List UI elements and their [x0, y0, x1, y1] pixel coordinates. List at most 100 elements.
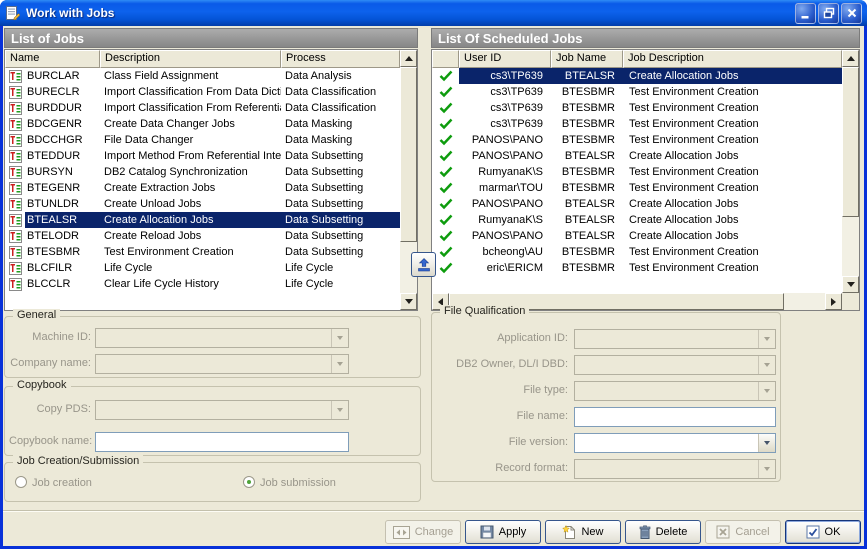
- scheduled-user-id: RumyanaK\S: [459, 212, 551, 228]
- job-row[interactable]: BLCFILR Life Cycle Life Cycle: [5, 260, 400, 276]
- file-version-combobox[interactable]: [574, 433, 776, 453]
- scroll-up-button[interactable]: [400, 50, 417, 67]
- scheduled-job-row[interactable]: eric\ERICM BTESBMR Test Environment Crea…: [432, 260, 842, 276]
- schedule-job-button[interactable]: [411, 252, 436, 277]
- column-header-job-name[interactable]: Job Name: [551, 50, 623, 68]
- job-row[interactable]: BTELODR Create Reload Jobs Data Subsetti…: [5, 228, 400, 244]
- job-process: Data Subsetting: [281, 212, 400, 228]
- scroll-down-button[interactable]: [400, 293, 417, 310]
- job-process: Data Classification: [281, 100, 400, 116]
- job-row[interactable]: BLCCLR Clear Life Cycle History Life Cyc…: [5, 276, 400, 292]
- job-process: Data Subsetting: [281, 164, 400, 180]
- scroll-up-button[interactable]: [842, 50, 859, 67]
- scheduled-user-id: PANOS\PANO: [459, 132, 551, 148]
- job-submission-radio[interactable]: [243, 476, 255, 488]
- file-name-input[interactable]: [574, 407, 776, 427]
- scroll-thumb[interactable]: [842, 67, 859, 217]
- job-type-icon: [5, 180, 25, 196]
- file-type-value: [575, 382, 758, 400]
- scheduled-job-row[interactable]: bcheong\AU BTESBMR Test Environment Crea…: [432, 244, 842, 260]
- copybook-name-input[interactable]: [95, 432, 349, 452]
- db2-owner-label: DB2 Owner, DL/I DBD:: [436, 358, 568, 370]
- job-creation-radio[interactable]: [15, 476, 27, 488]
- job-row[interactable]: BDCGENR Create Data Changer Jobs Data Ma…: [5, 116, 400, 132]
- scrollbar-corner: [842, 293, 859, 310]
- column-header-process[interactable]: Process: [281, 50, 400, 68]
- scheduled-job-row[interactable]: PANOS\PANO BTEALSR Create Allocation Job…: [432, 228, 842, 244]
- scheduled-job-description: Test Environment Creation: [623, 132, 842, 148]
- scheduled-user-id: marmar\TOU: [459, 180, 551, 196]
- job-process: Data Masking: [281, 116, 400, 132]
- scheduled-user-id: PANOS\PANO: [459, 228, 551, 244]
- scheduled-job-row[interactable]: cs3\TP639 BTESBMR Test Environment Creat…: [432, 84, 842, 100]
- check-icon: [432, 212, 459, 228]
- job-row[interactable]: BURSYN DB2 Catalog Synchronization Data …: [5, 164, 400, 180]
- scheduled-job-name: BTESBMR: [551, 164, 623, 180]
- scheduled-user-id: cs3\TP639: [459, 116, 551, 132]
- jobs-list: Name Description Process: [4, 49, 418, 311]
- job-row[interactable]: BTEGENR Create Extraction Jobs Data Subs…: [5, 180, 400, 196]
- new-button[interactable]: New: [545, 520, 621, 544]
- close-button[interactable]: [841, 3, 862, 24]
- arrow-right-icon: [831, 298, 836, 306]
- jobs-list-header: Name Description Process: [5, 50, 400, 68]
- scheduled-job-description: Test Environment Creation: [623, 164, 842, 180]
- apply-button[interactable]: Apply: [465, 520, 541, 544]
- chevron-down-icon: [764, 389, 770, 393]
- scheduled-job-row[interactable]: PANOS\PANO BTESBMR Test Environment Crea…: [432, 132, 842, 148]
- scheduled-jobs-vertical-scrollbar[interactable]: [842, 50, 859, 293]
- column-header-job-description[interactable]: Job Description: [623, 50, 842, 68]
- column-header-user-id[interactable]: User ID: [459, 50, 551, 68]
- chevron-down-icon: [764, 441, 770, 445]
- scheduled-job-description: Test Environment Creation: [623, 116, 842, 132]
- record-format-combobox: [574, 459, 776, 479]
- column-header-description[interactable]: Description: [100, 50, 281, 68]
- scheduled-user-id: bcheong\AU: [459, 244, 551, 260]
- restore-button[interactable]: [818, 3, 839, 24]
- column-header-status[interactable]: [432, 50, 459, 68]
- job-description: Class Field Assignment: [100, 68, 281, 84]
- scheduled-job-row[interactable]: PANOS\PANO BTEALSR Create Allocation Job…: [432, 148, 842, 164]
- scheduled-job-row[interactable]: cs3\TP639 BTEALSR Create Allocation Jobs: [432, 68, 842, 84]
- job-row[interactable]: BTESBMR Test Environment Creation Data S…: [5, 244, 400, 260]
- scheduled-job-row[interactable]: RumyanaK\S BTEALSR Create Allocation Job…: [432, 212, 842, 228]
- check-icon: [432, 68, 459, 84]
- column-header-name[interactable]: Name: [5, 50, 100, 68]
- copybook-name-label: Copybook name:: [9, 435, 91, 447]
- dropdown-button[interactable]: [758, 434, 775, 452]
- job-description: Import Method From Referential Integrity: [100, 148, 281, 164]
- job-process: Data Analysis: [281, 68, 400, 84]
- job-row[interactable]: BURCLAR Class Field Assignment Data Anal…: [5, 68, 400, 84]
- copybook-group-title: Copybook: [13, 379, 71, 391]
- arrow-up-icon: [405, 56, 413, 61]
- scheduled-job-name: BTEALSR: [551, 212, 623, 228]
- job-row[interactable]: BTEDDUR Import Method From Referential I…: [5, 148, 400, 164]
- scheduled-job-row[interactable]: cs3\TP639 BTESBMR Test Environment Creat…: [432, 116, 842, 132]
- job-type-icon: [5, 164, 25, 180]
- job-name: BURECLR: [25, 84, 100, 100]
- scheduled-job-row[interactable]: marmar\TOU BTESBMR Test Environment Crea…: [432, 180, 842, 196]
- scheduled-job-row[interactable]: RumyanaK\S BTESBMR Test Environment Crea…: [432, 164, 842, 180]
- company-name-label: Company name:: [9, 357, 91, 369]
- scroll-thumb[interactable]: [400, 67, 417, 242]
- delete-icon: [639, 525, 651, 540]
- scheduled-user-id: PANOS\PANO: [459, 196, 551, 212]
- record-format-label: Record format:: [436, 462, 568, 474]
- job-row[interactable]: BTUNLDR Create Unload Jobs Data Subsetti…: [5, 196, 400, 212]
- minimize-button[interactable]: [795, 3, 816, 24]
- scheduled-job-row[interactable]: cs3\TP639 BTESBMR Test Environment Creat…: [432, 100, 842, 116]
- ok-button[interactable]: OK: [785, 520, 861, 544]
- copy-pds-value: [96, 401, 331, 419]
- scroll-right-button[interactable]: [825, 293, 842, 310]
- job-type-icon: [5, 212, 25, 228]
- scroll-down-button[interactable]: [842, 276, 859, 293]
- dropdown-button: [758, 460, 775, 478]
- job-row[interactable]: BDCCHGR File Data Changer Data Masking: [5, 132, 400, 148]
- scheduled-job-name: BTEALSR: [551, 68, 623, 84]
- job-row[interactable]: BURDDUR Import Classification From Refer…: [5, 100, 400, 116]
- job-row[interactable]: BTEALSR Create Allocation Jobs Data Subs…: [5, 212, 400, 228]
- job-row[interactable]: BURECLR Import Classification From Data …: [5, 84, 400, 100]
- scheduled-job-description: Create Allocation Jobs: [623, 196, 842, 212]
- scheduled-job-row[interactable]: PANOS\PANO BTEALSR Create Allocation Job…: [432, 196, 842, 212]
- delete-button[interactable]: Delete: [625, 520, 701, 544]
